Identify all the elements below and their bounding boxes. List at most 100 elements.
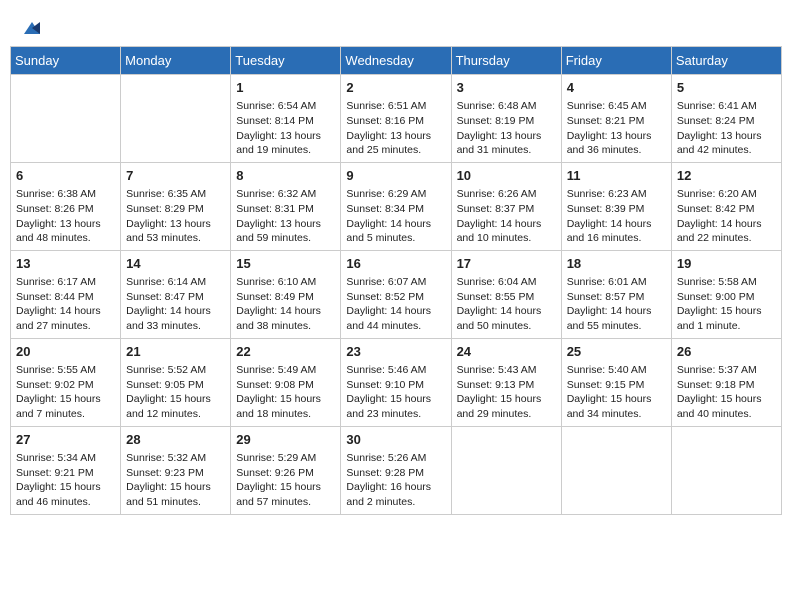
day-info-text: Sunrise: 5:32 AM (126, 451, 225, 466)
day-info-text: Sunset: 8:44 PM (16, 290, 115, 305)
day-number: 11 (567, 167, 666, 185)
day-info-text: Sunrise: 5:29 AM (236, 451, 335, 466)
day-info-text: Sunset: 8:34 PM (346, 202, 445, 217)
calendar-cell: 10Sunrise: 6:26 AMSunset: 8:37 PMDayligh… (451, 162, 561, 250)
day-number: 3 (457, 79, 556, 97)
day-info-text: Sunrise: 5:26 AM (346, 451, 445, 466)
calendar-cell: 12Sunrise: 6:20 AMSunset: 8:42 PMDayligh… (671, 162, 781, 250)
day-number: 19 (677, 255, 776, 273)
calendar-cell (671, 426, 781, 514)
day-info-text: Daylight: 14 hours and 38 minutes. (236, 304, 335, 333)
calendar-cell: 17Sunrise: 6:04 AMSunset: 8:55 PMDayligh… (451, 250, 561, 338)
calendar-week-5: 27Sunrise: 5:34 AMSunset: 9:21 PMDayligh… (11, 426, 782, 514)
day-number: 25 (567, 343, 666, 361)
logo (20, 18, 42, 38)
day-number: 13 (16, 255, 115, 273)
day-info-text: Daylight: 13 hours and 19 minutes. (236, 129, 335, 158)
day-info-text: Daylight: 14 hours and 33 minutes. (126, 304, 225, 333)
day-number: 15 (236, 255, 335, 273)
day-info-text: Sunset: 8:31 PM (236, 202, 335, 217)
day-info-text: Sunset: 8:21 PM (567, 114, 666, 129)
day-number: 27 (16, 431, 115, 449)
day-info-text: Sunset: 9:13 PM (457, 378, 556, 393)
calendar-week-3: 13Sunrise: 6:17 AMSunset: 8:44 PMDayligh… (11, 250, 782, 338)
day-info-text: Sunrise: 6:01 AM (567, 275, 666, 290)
day-info-text: Sunset: 8:47 PM (126, 290, 225, 305)
day-number: 18 (567, 255, 666, 273)
day-info-text: Sunset: 8:24 PM (677, 114, 776, 129)
calendar-cell: 28Sunrise: 5:32 AMSunset: 9:23 PMDayligh… (121, 426, 231, 514)
day-info-text: Daylight: 14 hours and 10 minutes. (457, 217, 556, 246)
day-info-text: Sunset: 8:49 PM (236, 290, 335, 305)
day-of-week-wednesday: Wednesday (341, 47, 451, 75)
day-number: 23 (346, 343, 445, 361)
calendar-cell (11, 75, 121, 163)
day-info-text: Daylight: 14 hours and 55 minutes. (567, 304, 666, 333)
page-header (10, 10, 782, 42)
calendar-cell: 4Sunrise: 6:45 AMSunset: 8:21 PMDaylight… (561, 75, 671, 163)
day-info-text: Sunrise: 6:32 AM (236, 187, 335, 202)
day-info-text: Daylight: 15 hours and 7 minutes. (16, 392, 115, 421)
day-info-text: Sunset: 9:28 PM (346, 466, 445, 481)
day-info-text: Sunrise: 5:49 AM (236, 363, 335, 378)
calendar-cell: 7Sunrise: 6:35 AMSunset: 8:29 PMDaylight… (121, 162, 231, 250)
day-of-week-thursday: Thursday (451, 47, 561, 75)
calendar-cell: 16Sunrise: 6:07 AMSunset: 8:52 PMDayligh… (341, 250, 451, 338)
day-info-text: Sunrise: 6:54 AM (236, 99, 335, 114)
day-info-text: Daylight: 14 hours and 5 minutes. (346, 217, 445, 246)
day-info-text: Sunrise: 5:40 AM (567, 363, 666, 378)
day-info-text: Sunrise: 6:41 AM (677, 99, 776, 114)
day-info-text: Sunrise: 6:23 AM (567, 187, 666, 202)
day-info-text: Sunset: 8:37 PM (457, 202, 556, 217)
calendar-cell: 9 Sunrise: 6:29 AMSunset: 8:34 PMDaylight… (341, 162, 451, 250)
day-number: 28 (126, 431, 225, 449)
day-number: 22 (236, 343, 335, 361)
day-info-text: Sunset: 9:10 PM (346, 378, 445, 393)
day-number: 30 (346, 431, 445, 449)
day-info-text: Sunrise: 6:17 AM (16, 275, 115, 290)
calendar-cell: 25Sunrise: 5:40 AMSunset: 9:15 PMDayligh… (561, 338, 671, 426)
day-info-text: Sunrise: 5:52 AM (126, 363, 225, 378)
day-info-text: Sunset: 8:26 PM (16, 202, 115, 217)
day-info-text: Sunrise: 6:26 AM (457, 187, 556, 202)
day-info-text: Daylight: 15 hours and 12 minutes. (126, 392, 225, 421)
day-info-text: Daylight: 15 hours and 51 minutes. (126, 480, 225, 509)
calendar-cell: 20Sunrise: 5:55 AMSunset: 9:02 PMDayligh… (11, 338, 121, 426)
day-info-text: Sunrise: 6:29 AM (346, 187, 445, 202)
day-info-text: Sunset: 8:57 PM (567, 290, 666, 305)
day-info-text: Sunrise: 5:58 AM (677, 275, 776, 290)
day-number: 2 (346, 79, 445, 97)
day-number: 12 (677, 167, 776, 185)
day-info-text: Sunrise: 6:04 AM (457, 275, 556, 290)
day-of-week-tuesday: Tuesday (231, 47, 341, 75)
day-number: 1 (236, 79, 335, 97)
day-number: 24 (457, 343, 556, 361)
day-info-text: Sunrise: 5:37 AM (677, 363, 776, 378)
day-info-text: Sunset: 8:19 PM (457, 114, 556, 129)
day-info-text: Daylight: 14 hours and 22 minutes. (677, 217, 776, 246)
day-info-text: Daylight: 15 hours and 29 minutes. (457, 392, 556, 421)
day-info-text: Daylight: 14 hours and 16 minutes. (567, 217, 666, 246)
calendar-cell (451, 426, 561, 514)
calendar-cell: 6Sunrise: 6:38 AMSunset: 8:26 PMDaylight… (11, 162, 121, 250)
calendar-week-2: 6Sunrise: 6:38 AMSunset: 8:26 PMDaylight… (11, 162, 782, 250)
day-info-text: Daylight: 14 hours and 44 minutes. (346, 304, 445, 333)
day-info-text: Sunset: 8:14 PM (236, 114, 335, 129)
day-number: 9 (346, 167, 445, 185)
day-number: 8 (236, 167, 335, 185)
day-info-text: Daylight: 15 hours and 1 minute. (677, 304, 776, 333)
day-info-text: Daylight: 13 hours and 53 minutes. (126, 217, 225, 246)
day-info-text: Sunrise: 6:10 AM (236, 275, 335, 290)
day-info-text: Daylight: 13 hours and 42 minutes. (677, 129, 776, 158)
calendar-cell: 5Sunrise: 6:41 AMSunset: 8:24 PMDaylight… (671, 75, 781, 163)
day-number: 14 (126, 255, 225, 273)
day-info-text: Sunrise: 5:34 AM (16, 451, 115, 466)
calendar-cell: 13 Sunrise: 6:17 AMSunset: 8:44 PMDayligh… (11, 250, 121, 338)
day-info-text: Daylight: 15 hours and 34 minutes. (567, 392, 666, 421)
logo-icon (22, 18, 42, 38)
calendar-cell: 23Sunrise: 5:46 AMSunset: 9:10 PMDayligh… (341, 338, 451, 426)
calendar-cell: 26Sunrise: 5:37 AMSunset: 9:18 PMDayligh… (671, 338, 781, 426)
day-info-text: Daylight: 14 hours and 27 minutes. (16, 304, 115, 333)
day-info-text: Sunset: 9:26 PM (236, 466, 335, 481)
day-info-text: Sunset: 9:08 PM (236, 378, 335, 393)
